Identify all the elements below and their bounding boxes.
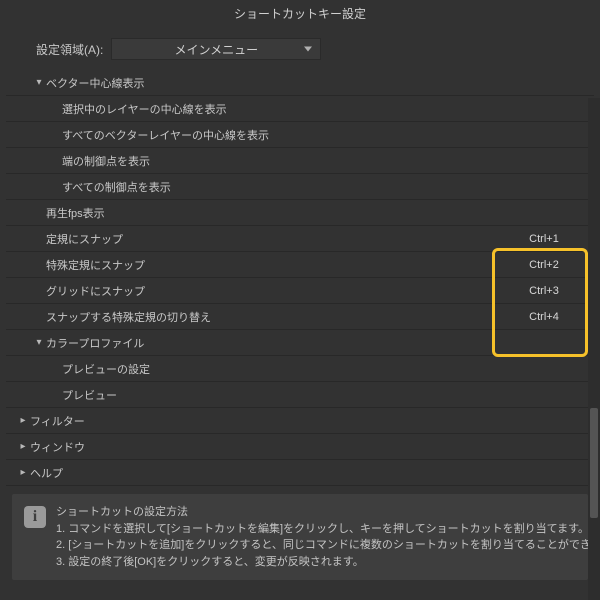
help-title: ショートカットの設定方法 [56, 504, 600, 521]
tree-row[interactable]: グリッドにスナップCtrl+3 [6, 278, 594, 304]
tree-row-label: カラープロファイル [46, 335, 504, 351]
chevron-right-icon[interactable]: ▸ [16, 442, 30, 452]
tree-row-label: スナップする特殊定規の切り替え [46, 309, 504, 325]
tree-row-label: 特殊定規にスナップ [46, 257, 504, 273]
tree-row-shortcut: Ctrl+1 [504, 233, 584, 245]
window-title: ショートカットキー設定 [0, 0, 600, 28]
tree-row-label: ベクター中心線表示 [46, 75, 504, 91]
tree-row[interactable]: 定規にスナップCtrl+1 [6, 226, 594, 252]
tree-row[interactable]: プレビュー [6, 382, 594, 408]
chevron-right-icon[interactable]: ▸ [16, 468, 30, 478]
tree-row[interactable]: 端の制御点を表示 [6, 148, 594, 174]
info-icon: i [24, 506, 46, 528]
chevron-down-icon [304, 47, 312, 52]
tree-row-label: ウィンドウ [30, 439, 504, 455]
toolbar: 設定領域(A): メインメニュー [0, 28, 600, 70]
setting-area-dropdown[interactable]: メインメニュー [111, 38, 321, 60]
tree-row[interactable]: 再生fps表示 [6, 200, 594, 226]
content-area: 設定領域(A): メインメニュー ▾ベクター中心線表示選択中のレイヤーの中心線を… [0, 28, 600, 600]
scrollbar-thumb[interactable] [590, 408, 598, 518]
tree-row[interactable]: ▾カラープロファイル [6, 330, 594, 356]
help-line-1: 1. コマンドを選択して[ショートカットを編集]をクリックし、キーを押してショー… [56, 521, 600, 538]
tree-row[interactable]: すべての制御点を表示 [6, 174, 594, 200]
tree-row-label: ヘルプ [30, 465, 504, 481]
tree-row-label: 端の制御点を表示 [62, 153, 504, 169]
tree-row[interactable]: ▾ベクター中心線表示 [6, 70, 594, 96]
tree-row-label: プレビューの設定 [62, 361, 504, 377]
chevron-right-icon[interactable]: ▸ [16, 416, 30, 426]
chevron-down-icon[interactable]: ▾ [32, 338, 46, 348]
tree-row-label: グリッドにスナップ [46, 283, 504, 299]
tree-row-label: 選択中のレイヤーの中心線を表示 [62, 101, 504, 117]
tree-row[interactable]: プレビューの設定 [6, 356, 594, 382]
help-panel: i ショートカットの設定方法 1. コマンドを選択して[ショートカットを編集]を… [12, 494, 588, 580]
tree-row-label: 定規にスナップ [46, 231, 504, 247]
tree-row-shortcut: Ctrl+3 [504, 285, 584, 297]
vertical-scrollbar[interactable] [588, 98, 600, 600]
help-line-3: 3. 設定の終了後[OK]をクリックすると、変更が反映されます。 [56, 554, 600, 571]
tree-row[interactable]: ▸フィルター [6, 408, 594, 434]
setting-area-value: メインメニュー [175, 41, 259, 58]
chevron-down-icon[interactable]: ▾ [32, 78, 46, 88]
tree-row-label: 再生fps表示 [46, 205, 504, 221]
command-tree: ▾ベクター中心線表示選択中のレイヤーの中心線を表示すべてのベクターレイヤーの中心… [6, 70, 594, 486]
tree-row[interactable]: すべてのベクターレイヤーの中心線を表示 [6, 122, 594, 148]
tree-row-shortcut: Ctrl+2 [504, 259, 584, 271]
setting-area-label: 設定領域(A): [36, 41, 103, 58]
tree-row-label: すべての制御点を表示 [62, 179, 504, 195]
tree-row[interactable]: 選択中のレイヤーの中心線を表示 [6, 96, 594, 122]
tree-row[interactable]: ▸ウィンドウ [6, 434, 594, 460]
tree-row-label: すべてのベクターレイヤーの中心線を表示 [62, 127, 504, 143]
help-text: ショートカットの設定方法 1. コマンドを選択して[ショートカットを編集]をクリ… [56, 504, 600, 570]
tree-row-shortcut: Ctrl+4 [504, 311, 584, 323]
help-line-2: 2. [ショートカットを追加]をクリックすると、同じコマンドに複数のショートカッ… [56, 537, 600, 554]
tree-row[interactable]: 特殊定規にスナップCtrl+2 [6, 252, 594, 278]
tree-row-label: プレビュー [62, 387, 504, 403]
tree-row-label: フィルター [30, 413, 504, 429]
tree-row[interactable]: ▸ヘルプ [6, 460, 594, 486]
tree-row[interactable]: スナップする特殊定規の切り替えCtrl+4 [6, 304, 594, 330]
